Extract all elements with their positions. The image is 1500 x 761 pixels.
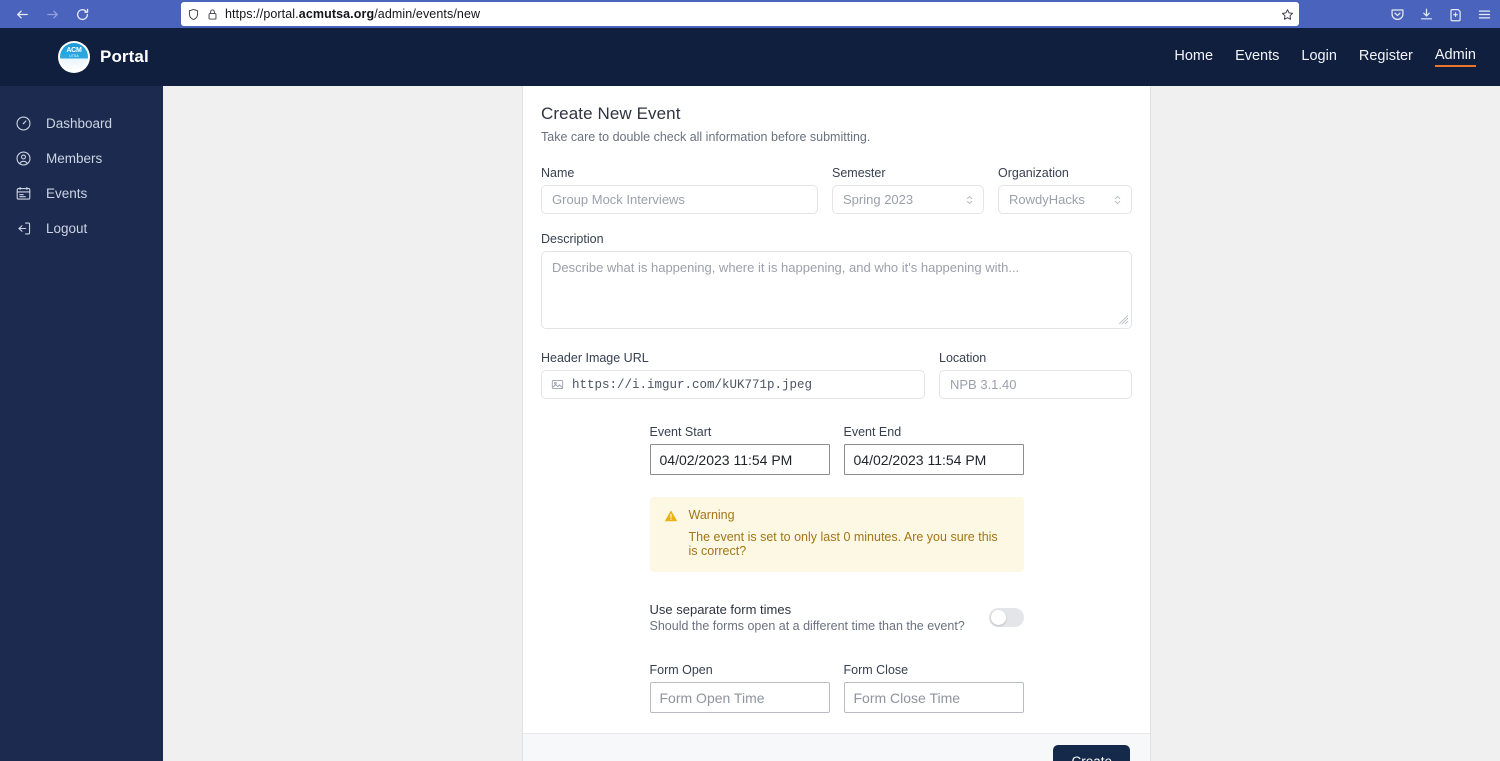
logo-acm-text: ACM: [66, 47, 82, 54]
event-start-input[interactable]: 04/02/2023 11:54 PM: [649, 444, 830, 475]
page-title: Create New Event: [541, 104, 681, 123]
separate-form-times-toggle[interactable]: [988, 608, 1024, 627]
padlock-icon[interactable]: [207, 8, 218, 21]
sidebar-item-events[interactable]: Events: [0, 176, 163, 211]
form-close-label: Form Close: [843, 663, 909, 677]
sidebar-item-logout[interactable]: Logout: [0, 211, 163, 246]
address-bar[interactable]: https://portal.acmutsa.org/admin/events/…: [181, 2, 1281, 26]
form-open-field-group: Form Open Form Open Time: [649, 663, 830, 713]
image-location-row: Header Image URL https://i.imgur.com/kUK…: [541, 351, 1132, 399]
nav-link-login[interactable]: Login: [1301, 48, 1336, 66]
brand-title: Portal: [100, 47, 149, 66]
description-label: Description: [541, 232, 604, 246]
account-icon[interactable]: [1448, 7, 1463, 22]
hamburger-menu-icon[interactable]: [1477, 7, 1492, 22]
sidebar-item-label: Logout: [46, 221, 88, 236]
url-text: https://portal.acmutsa.org/admin/events/…: [225, 7, 481, 21]
sidebar-item-label: Dashboard: [46, 116, 113, 131]
name-field-group: Name Group Mock Interviews: [541, 166, 818, 214]
warning-triangle-icon: [664, 508, 678, 558]
main-content: Create New Event Take care to double che…: [163, 86, 1500, 761]
browser-extension-icons: [1390, 0, 1492, 28]
warning-title: Warning: [688, 508, 735, 522]
logout-icon: [14, 220, 32, 237]
sidebar-item-label: Members: [46, 151, 103, 166]
separate-form-times-text: Use separate form times Should the forms…: [650, 602, 965, 633]
name-input[interactable]: Group Mock Interviews: [541, 185, 818, 214]
download-icon[interactable]: [1419, 7, 1434, 22]
event-end-input[interactable]: 04/02/2023 11:54 PM: [843, 444, 1024, 475]
event-times-row: Event Start 04/02/2023 11:54 PM Event En…: [649, 425, 1024, 475]
semester-field-group: Semester Spring 2023: [832, 166, 984, 214]
organization-label: Organization: [998, 166, 1069, 180]
warning-message: The event is set to only last 0 minutes.…: [688, 530, 998, 558]
page-subtitle: Take care to double check all informatio…: [541, 130, 871, 144]
sidebar-item-members[interactable]: Members: [0, 141, 163, 176]
organization-field-group: Organization RowdyHacks: [998, 166, 1132, 214]
brand-logo[interactable]: ACM UTSA Portal: [58, 41, 149, 73]
location-label: Location: [939, 351, 987, 365]
nav-link-events[interactable]: Events: [1235, 48, 1279, 66]
back-arrow-icon[interactable]: [8, 3, 36, 25]
separate-form-times-label: Use separate form times: [649, 602, 792, 617]
location-input[interactable]: NPB 3.1.40: [939, 370, 1132, 399]
semester-select[interactable]: Spring 2023: [832, 185, 984, 214]
forward-arrow-icon[interactable]: [38, 3, 66, 25]
browser-nav-buttons: [0, 3, 96, 25]
form-close-input[interactable]: Form Close Time: [843, 682, 1024, 713]
reload-icon[interactable]: [68, 3, 96, 25]
semester-label: Semester: [832, 166, 886, 180]
description-placeholder: Describe what is happening, where it is …: [552, 260, 1020, 275]
form-open-input[interactable]: Form Open Time: [649, 682, 830, 713]
sidebar-item-label: Events: [46, 186, 88, 201]
create-event-card: Create New Event Take care to double che…: [522, 86, 1151, 761]
description-field-group: Description Describe what is happening, …: [541, 232, 1132, 329]
header-image-value: https://i.imgur.com/kUK771p.jpeg: [572, 377, 813, 392]
bookmark-star-icon[interactable]: [1275, 2, 1299, 26]
browser-toolbar: https://portal.acmutsa.org/admin/events/…: [0, 0, 1500, 28]
event-times-section: Event Start 04/02/2023 11:54 PM Event En…: [541, 425, 1132, 713]
location-field-group: Location NPB 3.1.40: [939, 351, 1132, 399]
warning-banner: Warning The event is set to only last 0 …: [649, 497, 1024, 572]
pocket-icon[interactable]: [1390, 7, 1405, 22]
image-icon: [551, 378, 564, 391]
sidebar-item-dashboard[interactable]: Dashboard: [0, 106, 163, 141]
event-end-field-group: Event End 04/02/2023 11:54 PM: [843, 425, 1024, 475]
nav-link-admin[interactable]: Admin: [1434, 47, 1476, 67]
header-image-field-group: Header Image URL https://i.imgur.com/kUK…: [541, 351, 925, 399]
nav-link-home[interactable]: Home: [1174, 48, 1213, 66]
organization-select[interactable]: RowdyHacks: [998, 185, 1132, 214]
page-body: Dashboard Members Events Logout Create N…: [0, 86, 1500, 761]
acm-utsa-logo-icon: ACM UTSA: [58, 41, 90, 73]
header-image-label: Header Image URL: [541, 351, 649, 365]
name-label: Name: [541, 166, 575, 180]
top-navigation: Home Events Login Register Admin: [1174, 28, 1476, 86]
gauge-icon: [14, 115, 32, 132]
sidebar: Dashboard Members Events Logout: [0, 86, 163, 761]
form-times-row: Form Open Form Open Time Form Close Form…: [649, 663, 1024, 713]
event-start-label: Event Start: [649, 425, 712, 439]
logo-subtitle-text: UTSA: [69, 54, 79, 58]
nav-link-register[interactable]: Register: [1359, 48, 1413, 66]
separate-form-times-row: Use separate form times Should the forms…: [650, 602, 1024, 633]
app-header: ACM UTSA Portal Home Events Login Regist…: [0, 28, 1500, 86]
toggle-knob: [990, 610, 1006, 625]
shield-icon[interactable]: [187, 8, 200, 21]
description-textarea[interactable]: Describe what is happening, where it is …: [541, 251, 1132, 329]
event-start-field-group: Event Start 04/02/2023 11:54 PM: [649, 425, 830, 475]
form-close-field-group: Form Close Form Close Time: [843, 663, 1024, 713]
header-image-input[interactable]: https://i.imgur.com/kUK771p.jpeg: [541, 370, 925, 399]
separate-form-times-description: Should the forms open at a different tim…: [649, 619, 965, 633]
create-button[interactable]: Create: [1053, 745, 1130, 761]
form-open-label: Form Open: [649, 663, 713, 677]
user-circle-icon: [14, 150, 32, 167]
card-footer: Create: [523, 733, 1150, 761]
name-semester-org-row: Name Group Mock Interviews Semester Spri…: [541, 166, 1132, 214]
event-end-label: Event End: [843, 425, 902, 439]
calendar-icon: [14, 185, 32, 202]
resize-grip-icon[interactable]: [1118, 314, 1129, 327]
